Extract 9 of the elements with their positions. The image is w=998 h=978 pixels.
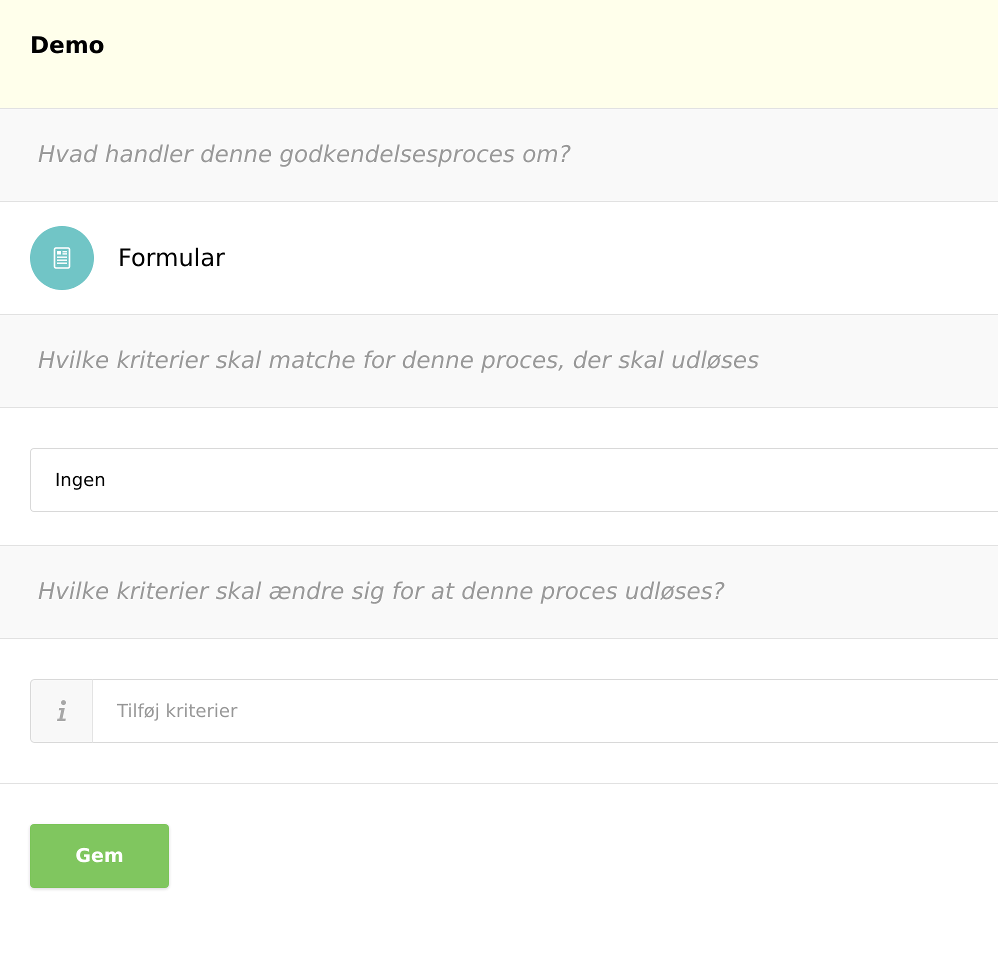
page-title: Demo (30, 32, 104, 61)
question-text: Hvad handler denne godkendelsesproces om? (38, 141, 571, 170)
question-text: Hvilke kriterier skal ændre sig for at denne proces udløses? (38, 578, 725, 607)
form-type-label: Formular (118, 243, 225, 273)
info-icon (30, 679, 93, 743)
add-criteria-field[interactable]: Tilføj kriterier (93, 679, 998, 743)
question-text: Hvilke kriterier skal matche for denne proces, der skal udløses (38, 347, 760, 376)
document-icon (30, 226, 94, 290)
criteria-field[interactable]: Ingen (30, 448, 998, 512)
